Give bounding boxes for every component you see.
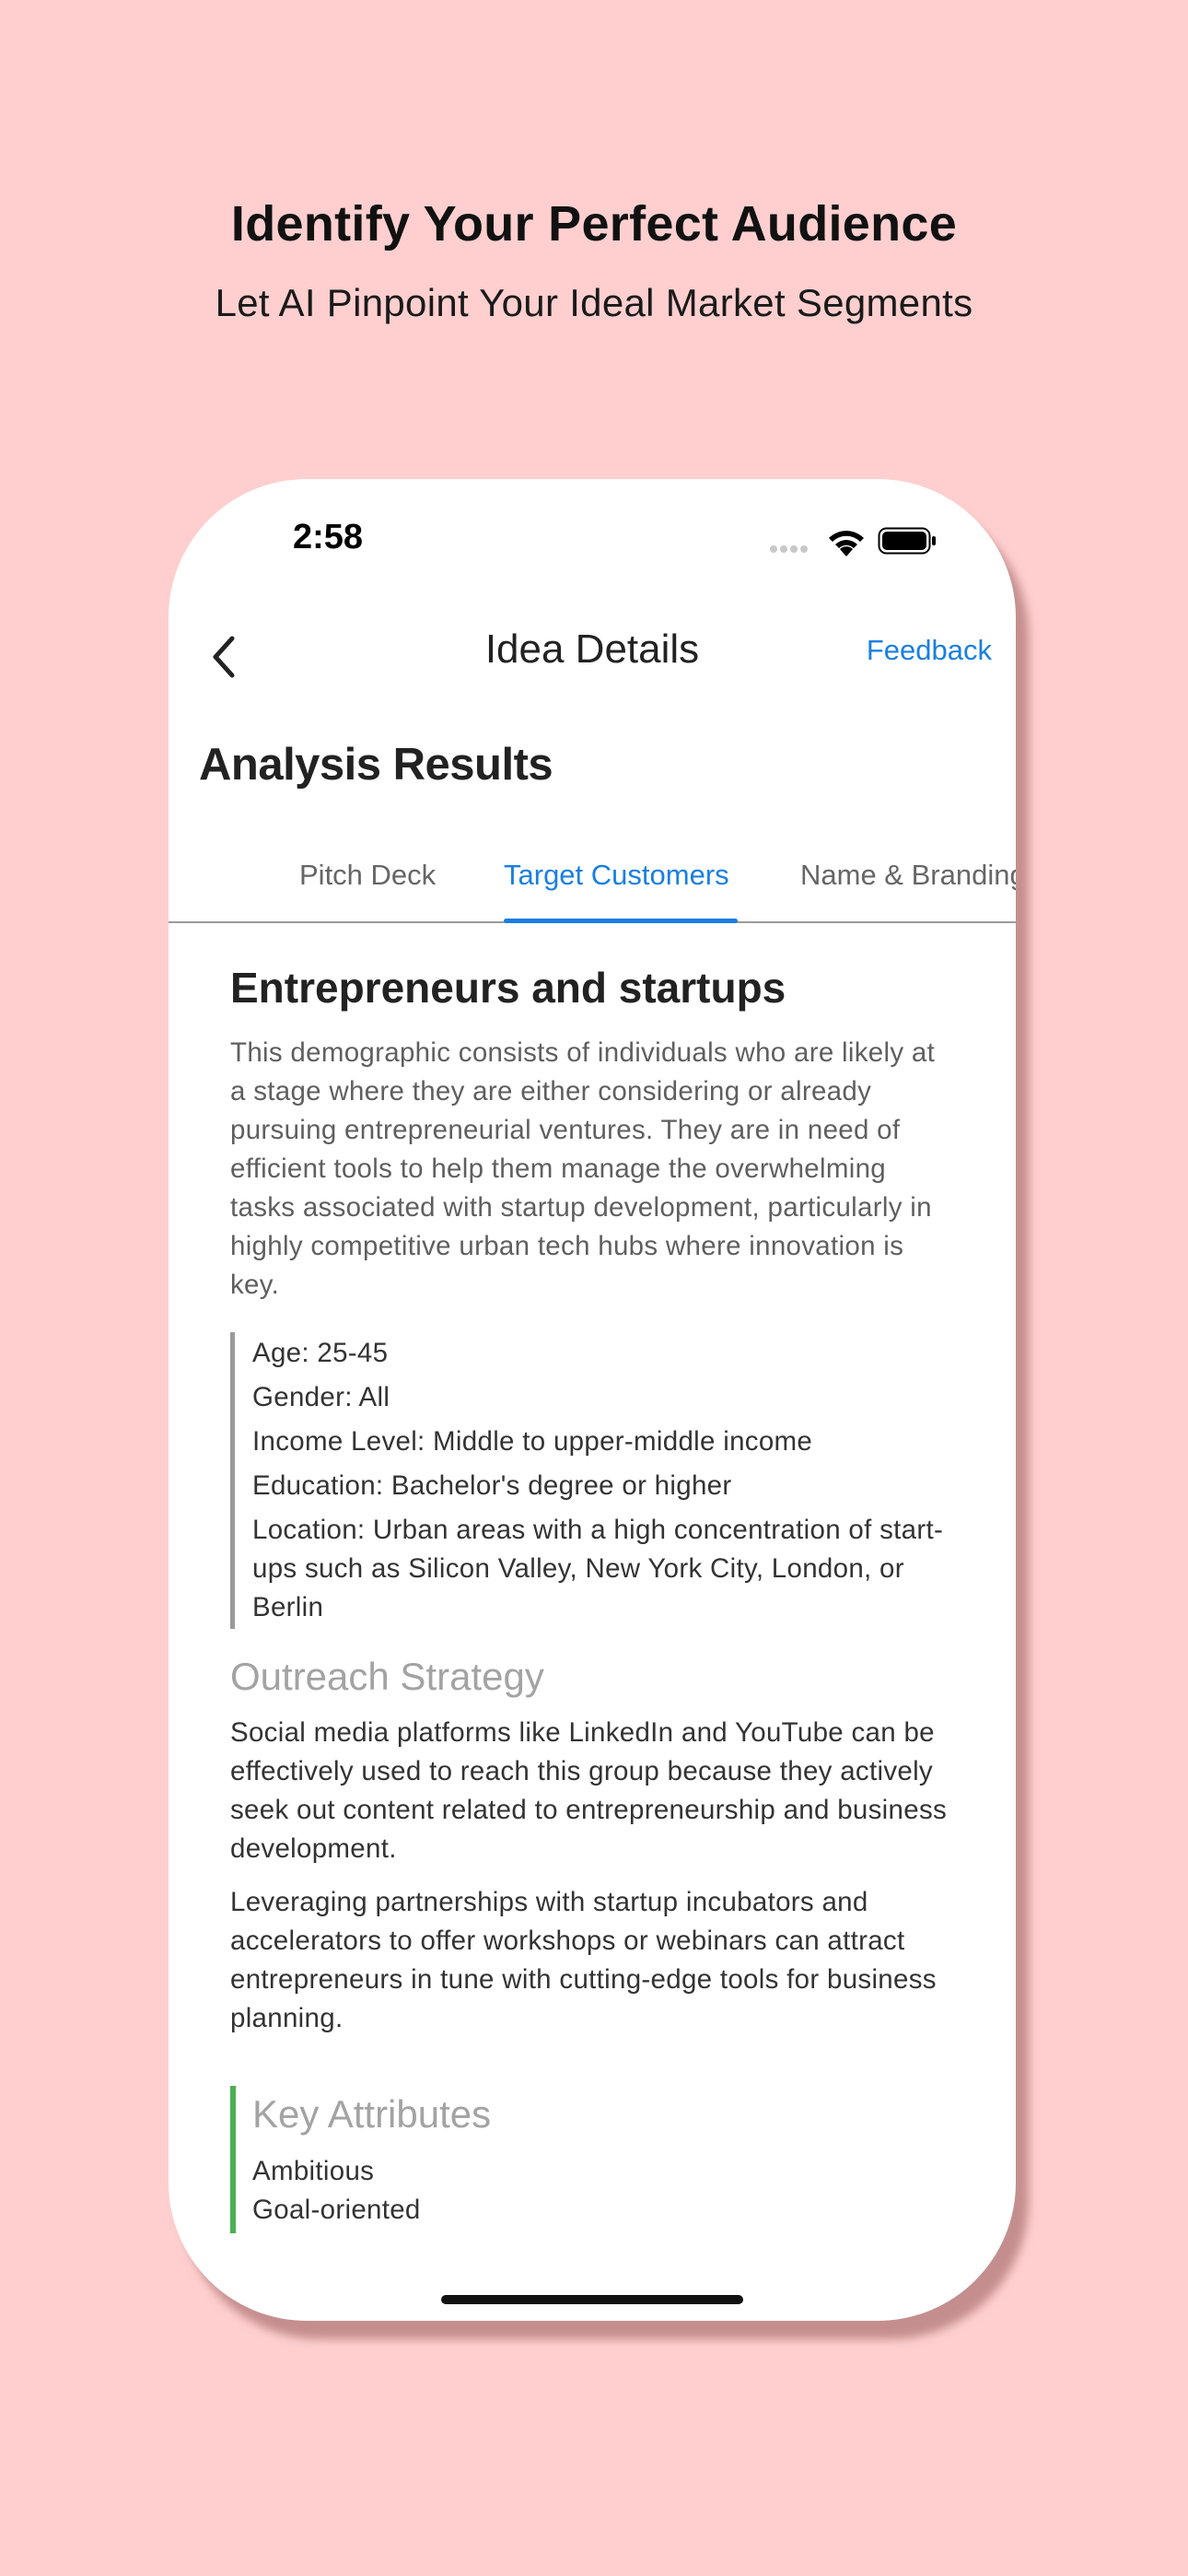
demographic-gender: Gender: All — [252, 1382, 390, 1412]
promo-subtitle: Let AI Pinpoint Your Ideal Market Segmen… — [215, 281, 973, 324]
demographic-education: Education: Bachelor's degree or higher — [252, 1470, 732, 1501]
tab-target-customers[interactable]: Target Customers — [504, 859, 729, 892]
signal-dots-icon — [770, 545, 809, 555]
segment-description: This demographic consists of individuals… — [230, 1037, 936, 1300]
page-heading: Analysis Results — [199, 740, 553, 790]
segment-content: Entrepreneurs and startups This demograp… — [230, 958, 958, 2233]
status-time: 2:58 — [293, 518, 364, 556]
active-tab-indicator — [504, 919, 738, 923]
demographic-income: Income Level: Middle to upper-middle inc… — [252, 1426, 813, 1457]
battery-icon — [878, 527, 936, 555]
home-indicator[interactable] — [441, 2295, 743, 2304]
outreach-paragraph: Social media platforms like LinkedIn and… — [230, 1717, 948, 1864]
feedback-button[interactable]: Feedback — [867, 634, 992, 667]
promo-title: Identify Your Perfect Audience — [230, 196, 958, 252]
key-attribute-item: Goal-oriented — [252, 2195, 421, 2225]
demographics-block: Age: 25-45 Gender: All Income Level: Mid… — [230, 1332, 958, 1629]
outreach-heading: Outreach Strategy — [230, 1655, 544, 1698]
tab-bar: Pitch Deck Target Customers Name & Brand… — [169, 838, 1016, 923]
key-attributes-heading: Key Attributes — [252, 2092, 492, 2136]
wifi-icon — [829, 531, 864, 556]
demographic-location: Location: Urban areas with a high concen… — [252, 1515, 944, 1622]
tab-name-branding[interactable]: Name & Branding — [800, 859, 1016, 892]
segment-title: Entrepreneurs and startups — [230, 964, 786, 1012]
key-attributes-block: Key Attributes Ambitious Goal-oriented — [230, 2086, 958, 2233]
key-attribute-item: Ambitious — [252, 2156, 375, 2186]
phone-screen: 2:58 Idea Details Feedback Analysis Resu… — [169, 479, 1016, 2321]
tab-pitch-deck[interactable]: Pitch Deck — [299, 859, 436, 892]
demographic-age: Age: 25-45 — [252, 1338, 389, 1368]
outreach-paragraph: Leveraging partnerships with startup inc… — [230, 1887, 937, 2033]
